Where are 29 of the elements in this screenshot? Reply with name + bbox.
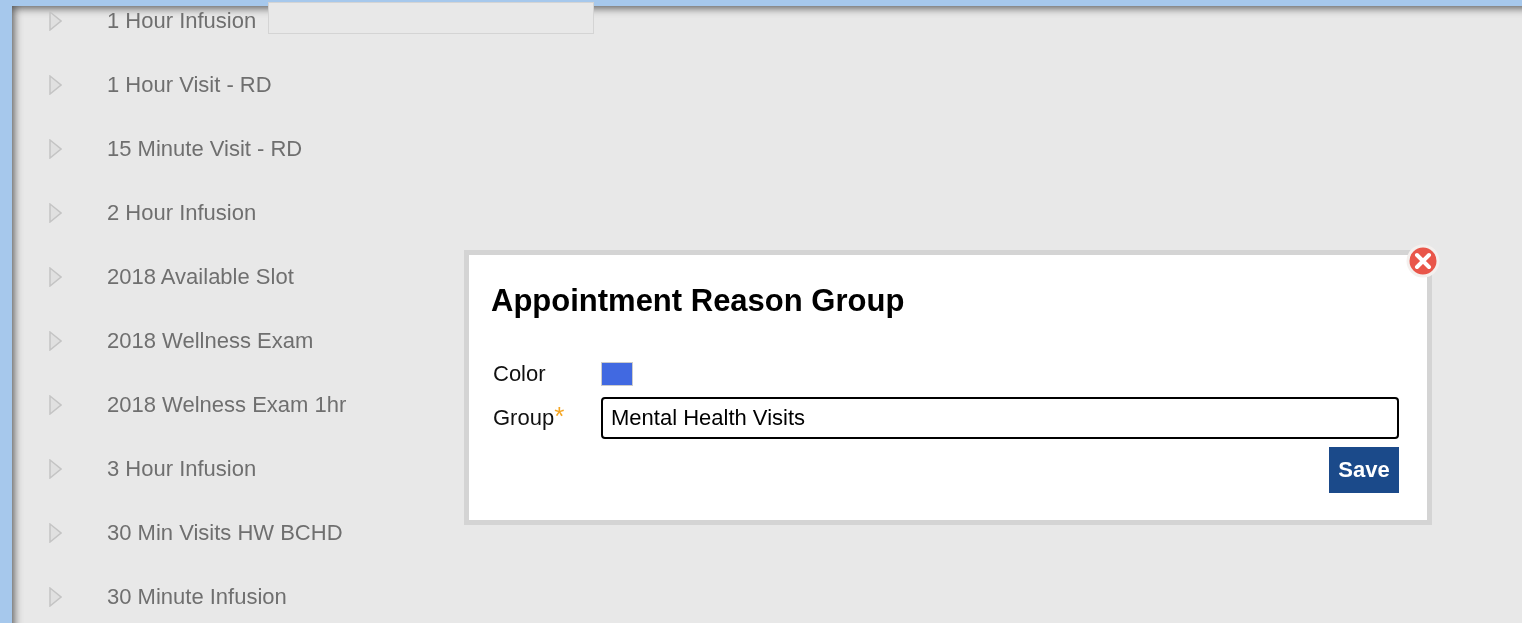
group-input-field[interactable]: Mental Health Visits xyxy=(601,397,1399,439)
save-button[interactable]: Save xyxy=(1329,447,1399,493)
reason-label[interactable]: 3 Hour Infusion xyxy=(107,456,257,482)
expand-arrow-icon[interactable] xyxy=(48,267,62,287)
expand-arrow-icon[interactable] xyxy=(48,331,62,351)
expand-arrow-icon[interactable] xyxy=(48,11,62,31)
dialog-title: Appointment Reason Group xyxy=(491,283,906,319)
reason-label[interactable]: 2018 Wellness Exam xyxy=(107,328,314,354)
reason-label[interactable]: 2018 Welness Exam 1hr xyxy=(107,392,347,418)
close-icon[interactable] xyxy=(1406,244,1440,278)
expand-arrow-icon[interactable] xyxy=(48,459,62,479)
color-swatch[interactable] xyxy=(601,362,633,386)
group-label: Group xyxy=(493,405,555,431)
reason-label[interactable]: 2018 Available Slot xyxy=(107,264,294,290)
reason-label[interactable]: 30 Min Visits HW BCHD xyxy=(107,520,343,546)
reason-label[interactable]: 30 Minute Infusion xyxy=(107,584,287,610)
expand-arrow-icon[interactable] xyxy=(48,395,62,415)
expand-arrow-icon[interactable] xyxy=(48,139,62,159)
color-label: Color xyxy=(493,361,547,387)
reason-label[interactable]: 2 Hour Infusion xyxy=(107,200,257,226)
reason-label[interactable]: 15 Minute Visit - RD xyxy=(107,136,303,162)
expand-arrow-icon[interactable] xyxy=(48,203,62,223)
expand-arrow-icon[interactable] xyxy=(48,523,62,543)
required-mark: * xyxy=(554,405,565,427)
inline-edit-field[interactable] xyxy=(268,2,595,34)
reason-label[interactable]: 1 Hour Visit - RD xyxy=(107,72,272,98)
expand-arrow-icon[interactable] xyxy=(48,587,62,607)
expand-arrow-icon[interactable] xyxy=(48,75,62,95)
reason-label[interactable]: 1 Hour Infusion xyxy=(107,8,257,34)
